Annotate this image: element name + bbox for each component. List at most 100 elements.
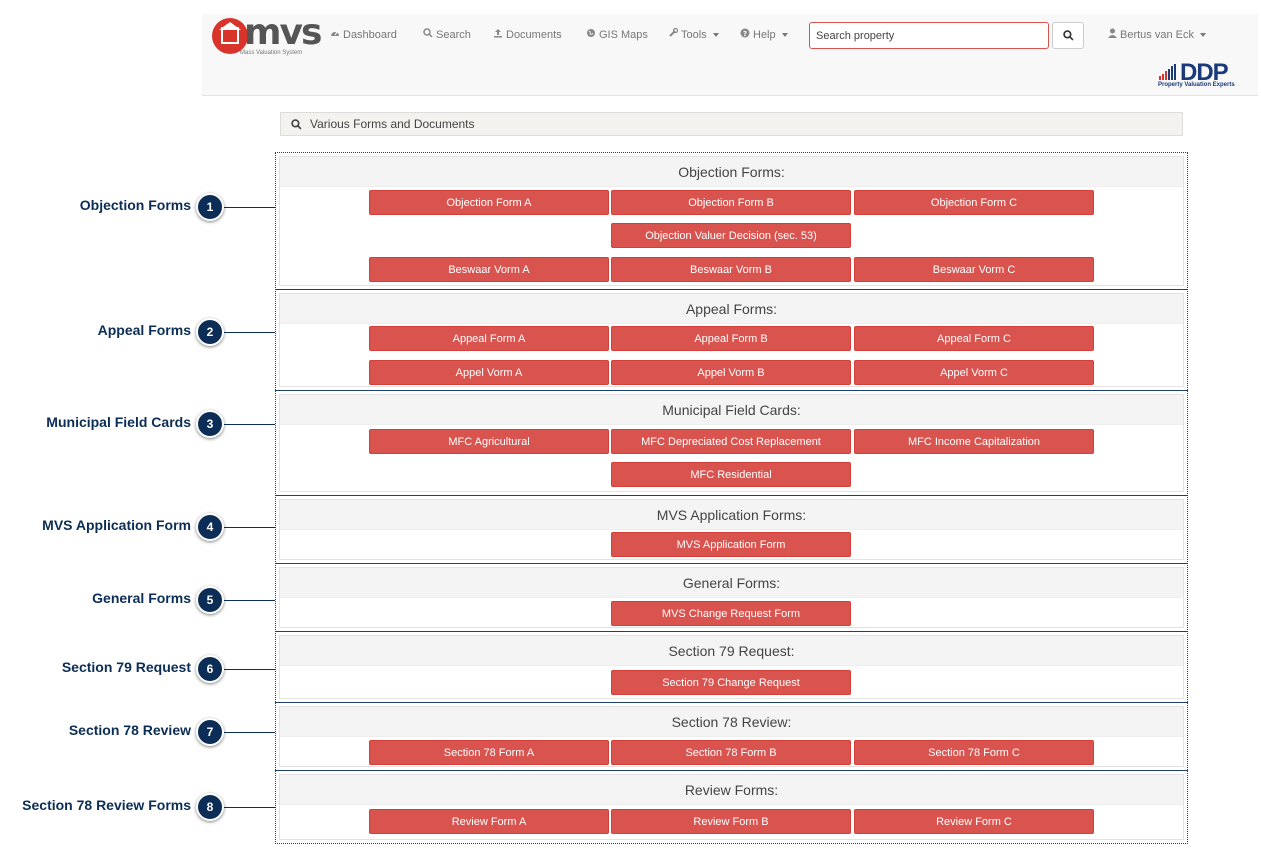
callout-label-8: Section 78 Review Forms: [22, 797, 191, 813]
section-mvs-application-forms: MVS Application Forms: MVS Application F…: [275, 495, 1188, 563]
objection-form-c-button[interactable]: Objection Form C: [854, 190, 1094, 215]
search-icon: [291, 118, 302, 129]
panel-title: Review Forms:: [280, 775, 1183, 805]
callout-badge-5: 5: [196, 586, 224, 614]
svg-text:?: ?: [743, 30, 747, 38]
callout-connector-7: [224, 732, 275, 733]
nav-tools[interactable]: Tools: [668, 27, 719, 41]
callout-label-4: MVS Application Form: [42, 517, 191, 533]
ddp-logo: DDP Property Valuation Experts: [1158, 59, 1244, 91]
review-form-c-button[interactable]: Review Form C: [854, 809, 1094, 834]
callout-badge-8: 8: [196, 793, 224, 821]
section-79-change-request-button[interactable]: Section 79 Change Request: [611, 670, 851, 695]
top-navbar: mvs Mass Valuation System Dashboard Sear…: [202, 12, 1258, 96]
callout-connector-6: [224, 669, 275, 670]
section-appeal-forms: Appeal Forms: Appeal Form A Appeal Form …: [275, 289, 1188, 390]
beswaar-vorm-c-button[interactable]: Beswaar Vorm C: [854, 257, 1094, 282]
callout-label-3: Municipal Field Cards: [46, 414, 191, 430]
wrench-icon: [668, 27, 679, 41]
section-79-request: Section 79 Request: Section 79 Change Re…: [275, 631, 1188, 702]
panel-title: General Forms:: [280, 568, 1183, 598]
beswaar-vorm-a-button[interactable]: Beswaar Vorm A: [369, 257, 609, 282]
panel-title: Appeal Forms:: [280, 294, 1183, 324]
nav-documents[interactable]: Documents: [493, 28, 562, 41]
beswaar-vorm-b-button[interactable]: Beswaar Vorm B: [611, 257, 851, 282]
search-icon: [1062, 30, 1073, 41]
mfc-income-capitalization-button[interactable]: MFC Income Capitalization: [854, 429, 1094, 454]
panel-title: MVS Application Forms:: [280, 500, 1183, 530]
appeal-form-c-button[interactable]: Appeal Form C: [854, 326, 1094, 351]
callout-connector-1: [224, 207, 275, 208]
section-municipal-field-cards: Municipal Field Cards: MFC Agricultural …: [275, 390, 1188, 495]
nav-dashboard-label: Dashboard: [343, 28, 397, 41]
panel-title: Municipal Field Cards:: [280, 395, 1183, 425]
callout-connector-8: [224, 807, 275, 808]
user-name: Bertus van Eck: [1120, 28, 1194, 41]
ddp-subtitle: Property Valuation Experts: [1158, 82, 1235, 88]
mvs-application-form-button[interactable]: MVS Application Form: [611, 532, 851, 557]
logo-text: mvs: [244, 12, 322, 53]
callout-badge-1: 1: [196, 193, 224, 221]
review-form-a-button[interactable]: Review Form A: [369, 809, 609, 834]
nav-dashboard[interactable]: Dashboard: [330, 28, 397, 41]
section-78-review: Section 78 Review: Section 78 Form A Sec…: [275, 702, 1188, 770]
chevron-down-icon: [1199, 32, 1206, 37]
dashboard-icon: [330, 28, 340, 41]
callout-connector-5: [224, 600, 275, 601]
nav-search[interactable]: Search: [423, 28, 471, 41]
nav-documents-label: Documents: [506, 28, 562, 41]
chevron-down-icon: [781, 32, 788, 37]
appeal-form-a-button[interactable]: Appeal Form A: [369, 326, 609, 351]
page-header: Various Forms and Documents: [280, 112, 1183, 136]
section-review-forms: Review Forms: Review Form A Review Form …: [275, 770, 1188, 843]
chevron-down-icon: [712, 32, 719, 37]
objection-valuer-decision-button[interactable]: Objection Valuer Decision (sec. 53): [611, 223, 851, 248]
ddp-bars-icon: [1159, 64, 1176, 80]
review-form-b-button[interactable]: Review Form B: [611, 809, 851, 834]
callout-connector-3: [224, 424, 275, 425]
panel-title: Section 78 Review:: [280, 707, 1183, 737]
panel-title: Objection Forms:: [280, 157, 1183, 187]
appel-vorm-b-button[interactable]: Appel Vorm B: [611, 360, 851, 385]
question-icon: ?: [740, 28, 750, 41]
property-search-input[interactable]: [809, 22, 1049, 49]
logo-house-icon: [212, 18, 248, 54]
callout-badge-2: 2: [196, 318, 224, 346]
callout-badge-6: 6: [196, 655, 224, 683]
mvs-logo[interactable]: mvs Mass Valuation System: [212, 12, 322, 58]
user-menu[interactable]: Bertus van Eck: [1108, 28, 1206, 41]
nav-search-label: Search: [436, 28, 471, 41]
upload-icon: [493, 28, 503, 41]
globe-icon: [586, 28, 596, 41]
mfc-agricultural-button[interactable]: MFC Agricultural: [369, 429, 609, 454]
appel-vorm-a-button[interactable]: Appel Vorm A: [369, 360, 609, 385]
section-objection-forms: Objection Forms: Objection Form A Object…: [275, 153, 1188, 289]
user-icon: [1108, 28, 1117, 41]
section-general-forms: General Forms: MVS Change Request Form: [275, 563, 1188, 631]
nav-help-label: Help: [753, 28, 776, 41]
section-78-form-a-button[interactable]: Section 78 Form A: [369, 740, 609, 765]
mvs-change-request-button[interactable]: MVS Change Request Form: [611, 601, 851, 626]
objection-form-a-button[interactable]: Objection Form A: [369, 190, 609, 215]
callout-connector-4: [224, 527, 275, 528]
callout-label-1: Objection Forms: [79, 197, 191, 213]
callout-badge-7: 7: [196, 718, 224, 746]
nav-help[interactable]: ? Help: [740, 28, 788, 41]
nav-gis-maps[interactable]: GIS Maps: [586, 28, 648, 41]
callout-label-7: Section 78 Review: [68, 722, 191, 738]
logo-subtitle: Mass Valuation System: [240, 50, 303, 56]
mfc-residential-button[interactable]: MFC Residential: [611, 462, 851, 487]
search-button[interactable]: [1052, 22, 1084, 49]
objection-form-b-button[interactable]: Objection Form B: [611, 190, 851, 215]
nav-tools-label: Tools: [681, 28, 707, 41]
callout-badge-4: 4: [196, 513, 224, 541]
nav-gis-maps-label: GIS Maps: [599, 28, 648, 41]
appeal-form-b-button[interactable]: Appeal Form B: [611, 326, 851, 351]
section-78-form-b-button[interactable]: Section 78 Form B: [611, 740, 851, 765]
panel-title: Section 79 Request:: [280, 636, 1183, 666]
callout-badge-3: 3: [196, 410, 224, 438]
mfc-depreciated-cost-button[interactable]: MFC Depreciated Cost Replacement: [611, 429, 851, 454]
page-title: Various Forms and Documents: [310, 117, 475, 131]
section-78-form-c-button[interactable]: Section 78 Form C: [854, 740, 1094, 765]
appel-vorm-c-button[interactable]: Appel Vorm C: [854, 360, 1094, 385]
